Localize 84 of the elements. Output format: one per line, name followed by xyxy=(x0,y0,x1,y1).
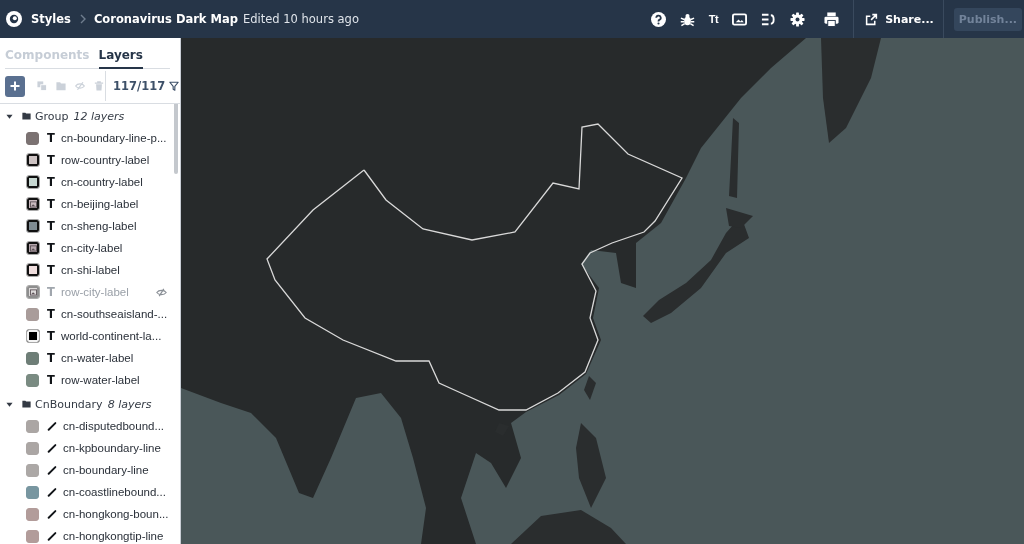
layer-name[interactable]: cn-disputedbound... xyxy=(63,419,165,433)
image-icon xyxy=(29,244,37,252)
eye-slash-icon[interactable] xyxy=(156,287,167,297)
layer-name[interactable]: cn-shi-label xyxy=(61,263,120,277)
text-layer-icon: T xyxy=(47,373,57,387)
layer-name[interactable]: cn-beijing-label xyxy=(61,197,139,211)
folder-icon xyxy=(22,400,31,408)
text-layer-icon: T xyxy=(47,263,57,277)
text-layer-icon: T xyxy=(47,351,57,365)
layer-name[interactable]: cn-coastlinebound... xyxy=(63,485,166,499)
color-swatch[interactable] xyxy=(26,529,39,543)
text-layer-icon: T xyxy=(47,131,57,145)
text-layer-icon: T xyxy=(47,197,57,211)
layer-name[interactable]: cn-boundary-line-p... xyxy=(61,131,167,145)
color-swatch[interactable] xyxy=(26,351,39,365)
group-name[interactable]: CnBoundary xyxy=(35,397,103,411)
line-layer-icon xyxy=(47,487,57,497)
layer-name[interactable]: cn-kpboundary-line xyxy=(63,441,161,455)
color-swatch[interactable] xyxy=(26,419,39,433)
line-layer-icon xyxy=(47,531,57,541)
layer-name[interactable]: world-continent-la... xyxy=(61,329,162,343)
color-swatch[interactable] xyxy=(26,329,40,343)
color-swatch[interactable] xyxy=(26,373,39,387)
layer-count: 117/117 xyxy=(113,79,166,93)
image-icon xyxy=(29,288,37,296)
layer-name[interactable]: cn-hongkongtip-line xyxy=(63,529,164,543)
line-layer-icon xyxy=(47,465,57,475)
color-swatch[interactable] xyxy=(26,197,40,211)
layer-name[interactable]: row-country-label xyxy=(61,153,150,167)
layer-name[interactable]: row-water-label xyxy=(61,373,140,387)
group-name[interactable]: Group xyxy=(35,109,69,123)
color-swatch[interactable] xyxy=(26,219,40,233)
plus-icon xyxy=(10,81,20,91)
color-swatch[interactable] xyxy=(26,241,40,255)
help-icon[interactable] xyxy=(650,11,666,27)
layer-name[interactable]: cn-hongkong-boun... xyxy=(63,507,169,521)
line-layer-icon xyxy=(47,509,57,519)
bug-icon[interactable] xyxy=(679,11,695,27)
edit-status: Edited 10 hours ago xyxy=(242,12,359,26)
color-swatch[interactable] xyxy=(26,441,39,455)
line-layer-icon xyxy=(47,421,57,431)
layer-name[interactable]: cn-city-label xyxy=(61,241,123,255)
printer-icon[interactable] xyxy=(824,11,840,27)
color-swatch[interactable] xyxy=(26,263,40,277)
line-layer-icon xyxy=(47,443,57,453)
text-layer-icon: T xyxy=(47,175,57,189)
color-swatch[interactable] xyxy=(26,485,39,499)
color-swatch[interactable] xyxy=(26,307,39,321)
chevron-right-icon xyxy=(79,14,86,24)
scrollbar-thumb[interactable] xyxy=(174,104,178,174)
text-layer-icon: T xyxy=(47,329,57,343)
settings-icon[interactable] xyxy=(790,11,806,27)
image-icon[interactable] xyxy=(732,11,748,27)
caret-icon[interactable] xyxy=(6,400,13,408)
layer-name[interactable]: cn-southseaisland-... xyxy=(61,307,168,321)
group-layer-count: 8 layers xyxy=(107,397,152,411)
text-layer-icon: T xyxy=(47,307,57,321)
breadcrumb-link[interactable]: Styles xyxy=(31,12,71,26)
logo-icon[interactable] xyxy=(6,11,22,27)
filter-icon[interactable] xyxy=(169,81,180,91)
color-swatch[interactable] xyxy=(26,285,40,299)
color-swatch[interactable] xyxy=(26,463,39,477)
layer-name[interactable]: cn-sheng-label xyxy=(61,219,137,233)
text-layer-icon: T xyxy=(47,285,57,299)
add-layer-button[interactable] xyxy=(5,75,25,97)
share-icon xyxy=(865,12,879,26)
text-layer-icon: T xyxy=(47,241,57,255)
layer-name[interactable]: cn-boundary-line xyxy=(63,463,149,477)
color-swatch[interactable] xyxy=(26,131,39,145)
caret-icon[interactable] xyxy=(6,112,13,120)
image-icon xyxy=(29,200,37,208)
layer-name[interactable]: cn-country-label xyxy=(61,175,143,189)
color-swatch[interactable] xyxy=(26,175,40,189)
style-title: Coronavirus Dark Map xyxy=(93,12,238,26)
color-swatch[interactable] xyxy=(26,507,39,521)
font-style-button[interactable]: Tt xyxy=(708,11,719,27)
folder-icon xyxy=(22,112,31,120)
text-layer-icon: T xyxy=(47,153,57,167)
tab[interactable]: Layers xyxy=(98,48,143,69)
list-icon[interactable] xyxy=(761,11,777,27)
text-layer-icon: T xyxy=(47,219,57,233)
layer-name[interactable]: cn-water-label xyxy=(61,351,134,365)
group-layer-count: 12 layers xyxy=(73,109,125,123)
color-swatch[interactable] xyxy=(26,153,40,167)
